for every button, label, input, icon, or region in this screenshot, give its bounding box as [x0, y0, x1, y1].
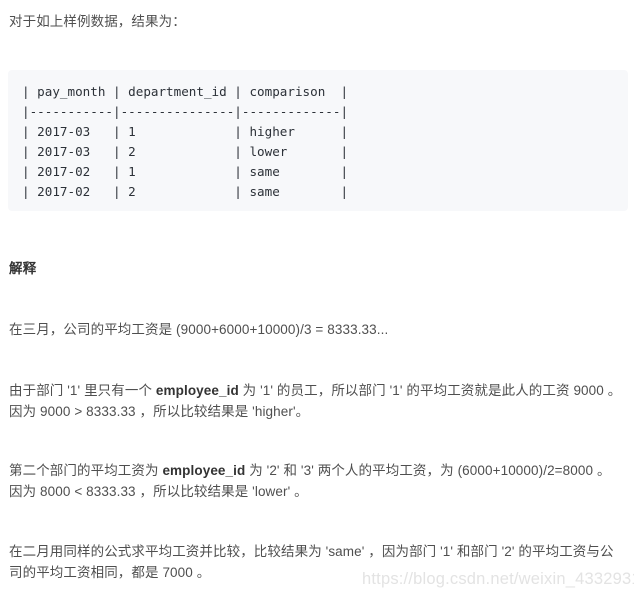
article-page: 对于如上样例数据，结果为： | pay_month | department_i…: [0, 0, 634, 597]
intro-paragraph: 对于如上样例数据，结果为：: [9, 14, 186, 29]
section-heading-explanation: 解释: [9, 261, 37, 276]
explanation-paragraph-1: 在三月，公司的平均工资是 (9000+6000+10000)/3 = 8333.…: [9, 322, 389, 337]
sample-output-code-block: | pay_month | department_id | comparison…: [8, 70, 628, 211]
explanation-paragraph-3: 第二个部门的平均工资为 employee_id 为 '2' 和 '3' 两个人的…: [9, 463, 611, 499]
explanation-paragraph-2: 由于部门 '1' 里只有一个 employee_id 为 '1' 的员工，所以部…: [9, 383, 622, 419]
code-block-content: | pay_month | department_id | comparison…: [22, 84, 349, 199]
explanation-paragraph-4: 在二月用同样的公式求平均工资并比较，比较结果为 'same' ，因为部门 '1'…: [9, 544, 614, 580]
